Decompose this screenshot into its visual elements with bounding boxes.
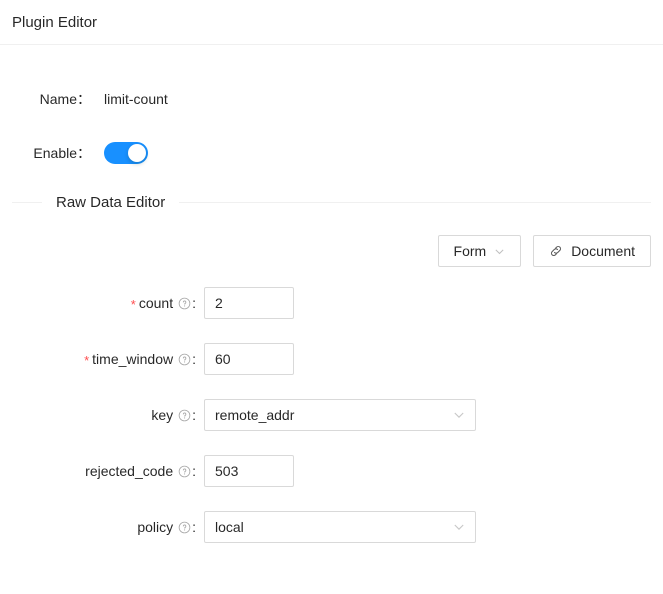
form-mode-label: Form: [453, 243, 487, 259]
drawer-body: Name： limit-count Enable： Raw Data Edito…: [0, 89, 663, 543]
question-circle-icon[interactable]: [178, 409, 191, 422]
field-control-policy: local: [204, 511, 476, 543]
toggle-knob: [128, 144, 146, 162]
count-input[interactable]: 2: [204, 287, 294, 319]
field-row-count: * count : 2: [0, 287, 663, 319]
field-row-time-window: * time_window : 60: [0, 343, 663, 375]
divider-line-right: [179, 202, 651, 203]
field-label-key: key :: [0, 407, 196, 423]
key-select[interactable]: remote_addr: [204, 399, 476, 431]
enable-label: Enable：: [33, 145, 91, 161]
field-row-rejected-code: rejected_code : 503: [0, 455, 663, 487]
enable-toggle[interactable]: [104, 142, 148, 164]
field-colon: :: [192, 351, 196, 367]
question-circle-icon[interactable]: [178, 521, 191, 534]
document-button-label: Document: [571, 243, 635, 259]
rejected-code-input[interactable]: 503: [204, 455, 294, 487]
field-control-key: remote_addr: [204, 399, 476, 431]
question-circle-icon[interactable]: [178, 465, 191, 478]
field-label-time-window: * time_window :: [0, 351, 196, 367]
time-window-input[interactable]: 60: [204, 343, 294, 375]
name-label: Name：: [39, 91, 91, 107]
field-colon: :: [192, 407, 196, 423]
field-label-count: * count :: [0, 295, 196, 311]
field-label-text: count: [138, 295, 174, 311]
field-control-count: 2: [204, 287, 294, 319]
enable-row: Enable：: [0, 142, 663, 164]
drawer-header: Plugin Editor: [0, 0, 663, 45]
form-mode-button[interactable]: Form: [437, 235, 522, 267]
field-row-policy: policy : local: [0, 511, 663, 543]
field-control-rejected-code: 503: [204, 455, 294, 487]
chevron-down-icon: [453, 409, 465, 421]
field-row-key: key : remote_addr: [0, 399, 663, 431]
field-label-text: rejected_code: [85, 463, 174, 479]
time-window-input-value: 60: [215, 351, 231, 367]
field-label-rejected-code: rejected_code :: [0, 463, 196, 479]
divider-line-left: [12, 202, 42, 203]
chevron-down-icon: [453, 521, 465, 533]
required-asterisk: *: [84, 352, 90, 368]
field-label-text: key: [151, 407, 174, 423]
key-select-value: remote_addr: [215, 407, 295, 423]
name-row: Name： limit-count: [0, 89, 663, 109]
chevron-down-icon: [494, 246, 505, 257]
raw-data-editor-divider: Raw Data Editor: [0, 194, 663, 211]
divider-title: Raw Data Editor: [56, 194, 166, 211]
editor-toolbar: Form Document: [0, 235, 663, 267]
field-control-time-window: 60: [204, 343, 294, 375]
field-label-policy: policy :: [0, 519, 196, 535]
policy-select-value: local: [215, 519, 244, 535]
rejected-code-input-value: 503: [215, 463, 239, 479]
field-colon: :: [192, 463, 196, 479]
plugin-form: * count : 2 * time_window: 60 key: rem…: [0, 287, 663, 543]
plugin-name-value: limit-count: [104, 91, 168, 107]
field-label-text: policy: [137, 519, 174, 535]
document-button[interactable]: Document: [533, 235, 651, 267]
count-input-value: 2: [215, 295, 223, 311]
field-colon: :: [192, 295, 196, 311]
field-label-text: time_window: [92, 351, 174, 367]
link-icon: [549, 244, 563, 258]
field-colon: :: [192, 519, 196, 535]
question-circle-icon[interactable]: [178, 297, 191, 310]
question-circle-icon[interactable]: [178, 353, 191, 366]
page-title: Plugin Editor: [12, 13, 98, 31]
policy-select[interactable]: local: [204, 511, 476, 543]
required-asterisk: *: [130, 296, 136, 312]
